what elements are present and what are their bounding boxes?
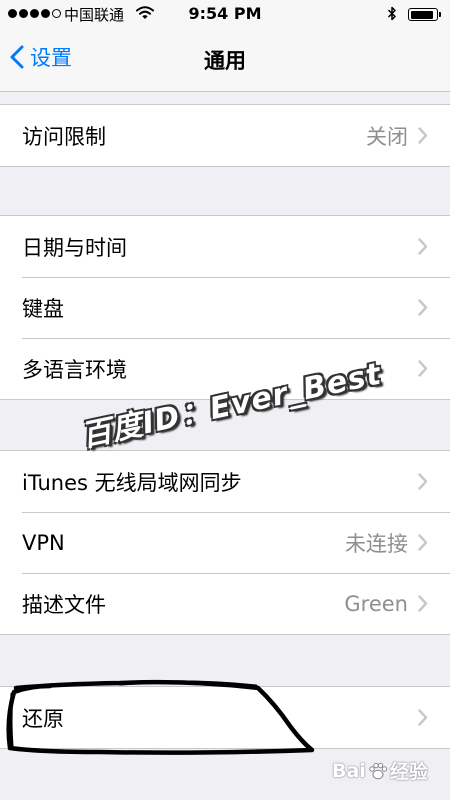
row-reset[interactable]: 还原 — [0, 687, 450, 748]
row-profiles[interactable]: 描述文件 Green — [0, 573, 450, 634]
paw-icon — [369, 762, 388, 779]
battery-fill — [410, 10, 433, 19]
settings-group-restrictions: 访问限制 关闭 — [0, 104, 450, 167]
row-value: 关闭 — [366, 124, 408, 149]
row-label: VPN — [22, 530, 65, 555]
row-label: 还原 — [22, 706, 64, 731]
row-value: 未连接 — [345, 531, 408, 556]
row-vpn[interactable]: VPN 未连接 — [0, 512, 450, 573]
chevron-right-icon — [418, 127, 428, 144]
row-label: 键盘 — [22, 296, 64, 321]
baidu-jingyan-logo: Bai 经验 — [332, 757, 428, 784]
battery-icon — [408, 8, 441, 21]
row-keyboard[interactable]: 键盘 — [0, 277, 450, 338]
battery-cap — [438, 12, 441, 17]
chevron-right-icon — [418, 238, 428, 255]
page-title: 通用 — [204, 49, 246, 73]
row-itunes-wifi-sync[interactable]: iTunes 无线局域网同步 — [0, 451, 450, 512]
settings-group-sync: iTunes 无线局域网同步 VPN 未连接 描述文件 Green — [0, 450, 450, 635]
settings-group-locale: 日期与时间 键盘 多语言环境 — [0, 215, 450, 400]
chevron-right-icon — [418, 709, 428, 726]
row-label: 日期与时间 — [22, 235, 127, 260]
navigation-bar: 设置 通用 — [0, 28, 450, 92]
row-label: 访问限制 — [22, 124, 106, 149]
brand-mark-left: Bai — [332, 759, 366, 782]
row-restrictions[interactable]: 访问限制 关闭 — [0, 105, 450, 166]
row-value: Green — [344, 591, 408, 616]
chevron-right-icon — [418, 473, 428, 490]
row-label: iTunes 无线局域网同步 — [22, 470, 242, 495]
chevron-right-icon — [418, 534, 428, 551]
chevron-right-icon — [418, 299, 428, 316]
status-bar: 中国联通 9:54 PM — [0, 0, 450, 28]
brand-mark-right: 经验 — [389, 761, 428, 783]
settings-group-reset: 还原 — [0, 686, 450, 749]
status-time: 9:54 PM — [188, 4, 262, 23]
bluetooth-icon — [387, 5, 397, 26]
chevron-right-icon — [418, 360, 428, 377]
chevron-right-icon — [418, 595, 428, 612]
row-label: 描述文件 — [22, 592, 106, 617]
row-date-time[interactable]: 日期与时间 — [0, 216, 450, 277]
